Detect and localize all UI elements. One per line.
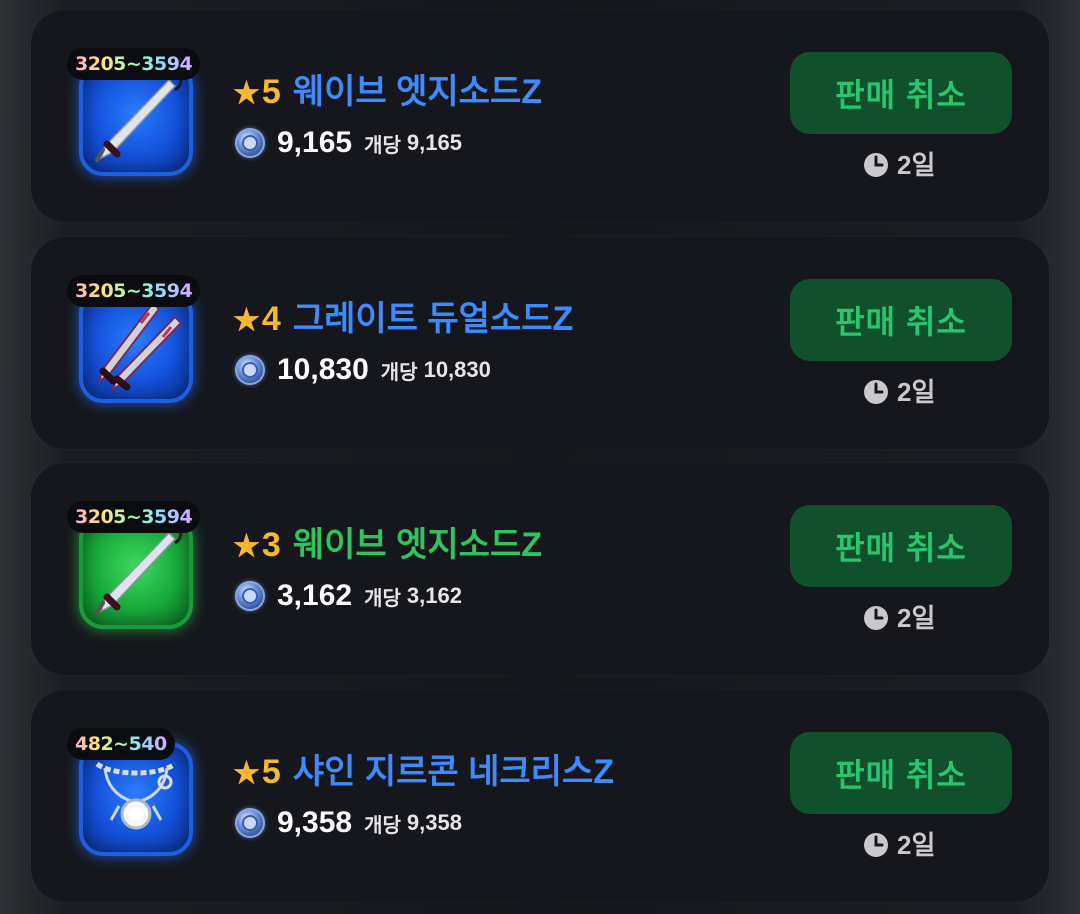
unit-price: 9,358 [406,810,462,835]
clock-icon [864,153,888,177]
power-range-badge: 3205~3594 [67,501,201,533]
total-price: 3,162 [277,579,353,612]
grade-value: 5 [261,73,281,111]
grade-value: 5 [261,753,281,791]
cancel-sale-button[interactable]: 판매 취소 [790,52,1012,134]
time-remaining-value: 2일 [897,377,936,407]
grade-value: 3 [261,526,281,564]
price-row: 9,165 개당 9,165 [235,126,462,166]
cancel-sale-button[interactable]: 판매 취소 [790,732,1012,814]
unit-price-label: 개당 [380,361,418,384]
unit-price-label: 개당 [364,814,401,837]
sale-listing-list: 3205~3594 ★5 웨이브 엣지소드Z 9,165 개당 9,165 판매 취소… [0,0,1080,914]
unit-price-label: 개당 [364,587,401,610]
power-range-badge: 3205~3594 [67,48,201,80]
item-name: 그레이트 듀얼소드Z [292,300,574,338]
diamond-coin-icon [235,128,265,158]
cancel-sale-button[interactable]: 판매 취소 [790,279,1012,361]
power-range-badge: 482~540 [67,728,175,760]
sale-listing-card: 3205~3594 ★3 웨이브 엣지소드Z 3,162 개당 3,162 판매 취소… [31,463,1049,675]
unit-price-label: 개당 [364,134,401,157]
item-title: ★3 웨이브 엣지소드Z [233,523,542,567]
sale-listing-card: 3205~3594 ★5 웨이브 엣지소드Z 9,165 개당 9,165 판매 취소… [31,10,1049,222]
total-price: 10,830 [277,353,369,386]
sale-listing-card: 482~540 ★5 샤인 지르콘 네크리스Z 9,358 개당 9,358 판매 취… [31,690,1049,902]
unit-price: 10,830 [423,357,491,382]
price-row: 10,830 개당 10,830 [235,353,491,393]
price-row: 9,358 개당 9,358 [235,806,462,846]
time-remaining: 2일 [863,601,935,635]
item-title: ★5 웨이브 엣지소드Z [233,70,542,114]
unit-price: 3,162 [406,583,462,608]
sale-listing-card: 3205~3594 ★4 그레이트 듀얼소드Z 10,830 개당 10,830 판매… [31,237,1049,449]
total-price: 9,165 [277,126,353,159]
star-icon: ★ [233,77,260,110]
star-icon: ★ [233,530,260,563]
power-range-badge: 3205~3594 [67,275,201,307]
time-remaining: 2일 [863,148,935,182]
item-title: ★5 샤인 지르콘 네크리스Z [233,750,614,794]
total-price: 9,358 [277,806,353,839]
price-row: 3,162 개당 3,162 [235,579,462,619]
clock-icon [864,606,888,630]
time-remaining-value: 2일 [897,150,936,180]
star-icon: ★ [233,304,260,337]
item-name: 샤인 지르콘 네크리스Z [292,753,615,791]
unit-price: 9,165 [406,130,462,155]
item-name: 웨이브 엣지소드Z [292,73,543,111]
time-remaining: 2일 [863,375,935,409]
star-icon: ★ [233,757,260,790]
diamond-coin-icon [235,581,265,611]
clock-icon [864,380,888,404]
diamond-coin-icon [235,808,265,838]
time-remaining-value: 2일 [897,603,936,633]
diamond-coin-icon [235,355,265,385]
clock-icon [864,833,888,857]
item-title: ★4 그레이트 듀얼소드Z [233,297,573,341]
cancel-sale-button[interactable]: 판매 취소 [790,505,1012,587]
time-remaining-value: 2일 [897,830,936,860]
grade-value: 4 [261,300,281,338]
time-remaining: 2일 [863,828,935,862]
item-name: 웨이브 엣지소드Z [292,526,543,564]
